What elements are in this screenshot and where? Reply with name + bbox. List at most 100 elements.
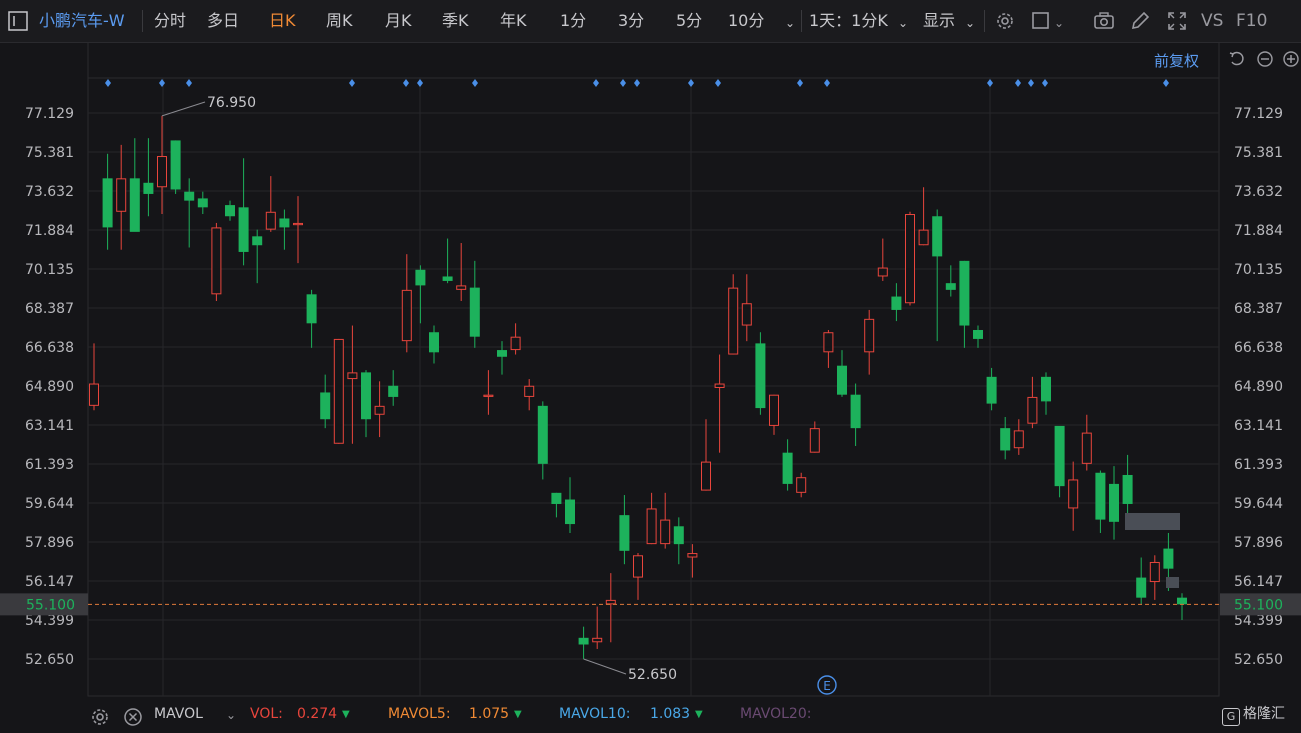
- y-tick-label: 73.632: [1234, 184, 1283, 200]
- event-marker-icon: [186, 79, 192, 87]
- candle-body: [469, 287, 480, 337]
- candle: [755, 332, 766, 415]
- tab-multi-day[interactable]: 多日: [207, 11, 239, 31]
- divider: [801, 10, 802, 32]
- candle: [102, 153, 113, 250]
- candle: [524, 379, 535, 411]
- current-price-right: 55.100: [1234, 597, 1283, 613]
- tab-daily-k[interactable]: 日K: [269, 11, 296, 31]
- gear-icon[interactable]: [993, 9, 1017, 33]
- candle-body: [660, 519, 671, 545]
- candle: [442, 238, 453, 284]
- tab-quarterly-k[interactable]: 季K: [442, 11, 469, 31]
- candle-body: [1163, 548, 1174, 569]
- y-tick-label: 63.141: [1234, 418, 1283, 434]
- candle-body: [959, 260, 970, 326]
- high-leader-line: [161, 101, 206, 117]
- candle-body: [238, 207, 249, 252]
- display-select[interactable]: 显示: [923, 11, 955, 31]
- tab-10min[interactable]: 10分: [728, 11, 764, 31]
- y-tick-label: 71.884: [25, 223, 74, 239]
- candlestick-chart[interactable]: 77.129 75.381 73.632 71.884 70.135 68.387 66.6…: [0, 42, 1301, 700]
- candle-body: [252, 236, 263, 246]
- earnings-marker-label: E: [823, 679, 831, 693]
- candle: [728, 274, 739, 355]
- chevron-down-icon[interactable]: ⌄: [965, 13, 975, 33]
- event-marker-icon: [1163, 79, 1169, 87]
- candle: [673, 517, 684, 565]
- gear-icon[interactable]: [88, 705, 108, 725]
- candle-body: [905, 214, 915, 304]
- chevron-down-icon[interactable]: ⌄: [785, 13, 795, 33]
- event-marker-icon: [620, 79, 626, 87]
- candle-body: [483, 394, 494, 397]
- candle-body: [170, 140, 181, 190]
- candle: [143, 138, 154, 217]
- tab-3min[interactable]: 3分: [618, 11, 644, 31]
- tab-fenshi[interactable]: 分时: [154, 11, 186, 31]
- stock-name[interactable]: 小鹏汽车-W: [39, 11, 125, 31]
- candle: [184, 178, 195, 248]
- camera-icon[interactable]: [1092, 9, 1116, 33]
- square-icon[interactable]: [1030, 9, 1054, 33]
- candle: [1054, 425, 1065, 498]
- close-icon[interactable]: [121, 705, 142, 726]
- pencil-icon[interactable]: [1128, 9, 1152, 33]
- grid: [87, 42, 1220, 697]
- tab-monthly-k[interactable]: 月K: [385, 11, 412, 31]
- low-leader-line: [583, 658, 627, 675]
- candle-body: [497, 350, 507, 357]
- event-marker-icon: [1028, 79, 1034, 87]
- candle: [809, 421, 820, 453]
- candle: [1095, 470, 1106, 533]
- tab-weekly-k[interactable]: 周K: [326, 11, 353, 31]
- range-tooltip-box: [1125, 513, 1180, 530]
- y-axis-right: 77.129 75.381 73.632 71.884 70.135 68.387 66.6…: [1234, 106, 1283, 668]
- candle-body: [891, 296, 902, 310]
- divider: [142, 10, 143, 32]
- tab-1min[interactable]: 1分: [560, 11, 586, 31]
- candle: [333, 338, 344, 444]
- range-select[interactable]: 1天：1分K: [809, 11, 888, 31]
- y-tick-label: 75.381: [1234, 145, 1283, 161]
- candle-body: [633, 555, 643, 578]
- vol-label: VOL:: [250, 706, 283, 722]
- event-marker-icon: [797, 79, 803, 87]
- tab-yearly-k[interactable]: 年K: [500, 11, 527, 31]
- candle: [483, 370, 494, 415]
- y-tick-label: 54.399: [25, 613, 74, 629]
- candle: [578, 626, 589, 659]
- overlay: 76.950 52.650 55.100 55.100 E: [0, 95, 1301, 695]
- candle-body: [89, 383, 99, 406]
- chevron-down-icon[interactable]: ⌄: [226, 708, 236, 722]
- event-markers: [105, 79, 1169, 87]
- y-tick-label: 77.129: [1234, 106, 1283, 122]
- candle: [1136, 557, 1147, 605]
- candle-body: [973, 330, 983, 339]
- candle: [157, 115, 167, 215]
- indicator-select[interactable]: MAVOL: [154, 706, 203, 722]
- candle: [551, 492, 562, 518]
- chevron-down-icon[interactable]: ⌄: [898, 13, 908, 33]
- candle-body: [619, 515, 630, 551]
- fullscreen-icon[interactable]: [1165, 9, 1189, 33]
- candle-body: [1136, 577, 1147, 598]
- candle-body: [429, 332, 439, 353]
- arrow-down-icon: ▼: [514, 709, 522, 720]
- brand-icon: G: [1222, 708, 1240, 726]
- candle: [837, 350, 847, 397]
- candle-body: [1000, 428, 1011, 451]
- candle: [1081, 414, 1092, 471]
- divider: [984, 10, 985, 32]
- vs-button[interactable]: VS: [1201, 11, 1223, 31]
- candle-body: [197, 198, 208, 208]
- chevron-down-icon[interactable]: ⌄: [1054, 13, 1064, 33]
- f10-button[interactable]: F10: [1236, 11, 1267, 31]
- sidebar-toggle-icon[interactable]: [6, 9, 30, 33]
- event-marker-icon: [987, 79, 993, 87]
- candle: [565, 477, 575, 533]
- y-tick-label: 68.387: [25, 301, 74, 317]
- tab-5min[interactable]: 5分: [676, 11, 702, 31]
- candle-body: [1109, 483, 1119, 522]
- candle-body: [306, 294, 317, 324]
